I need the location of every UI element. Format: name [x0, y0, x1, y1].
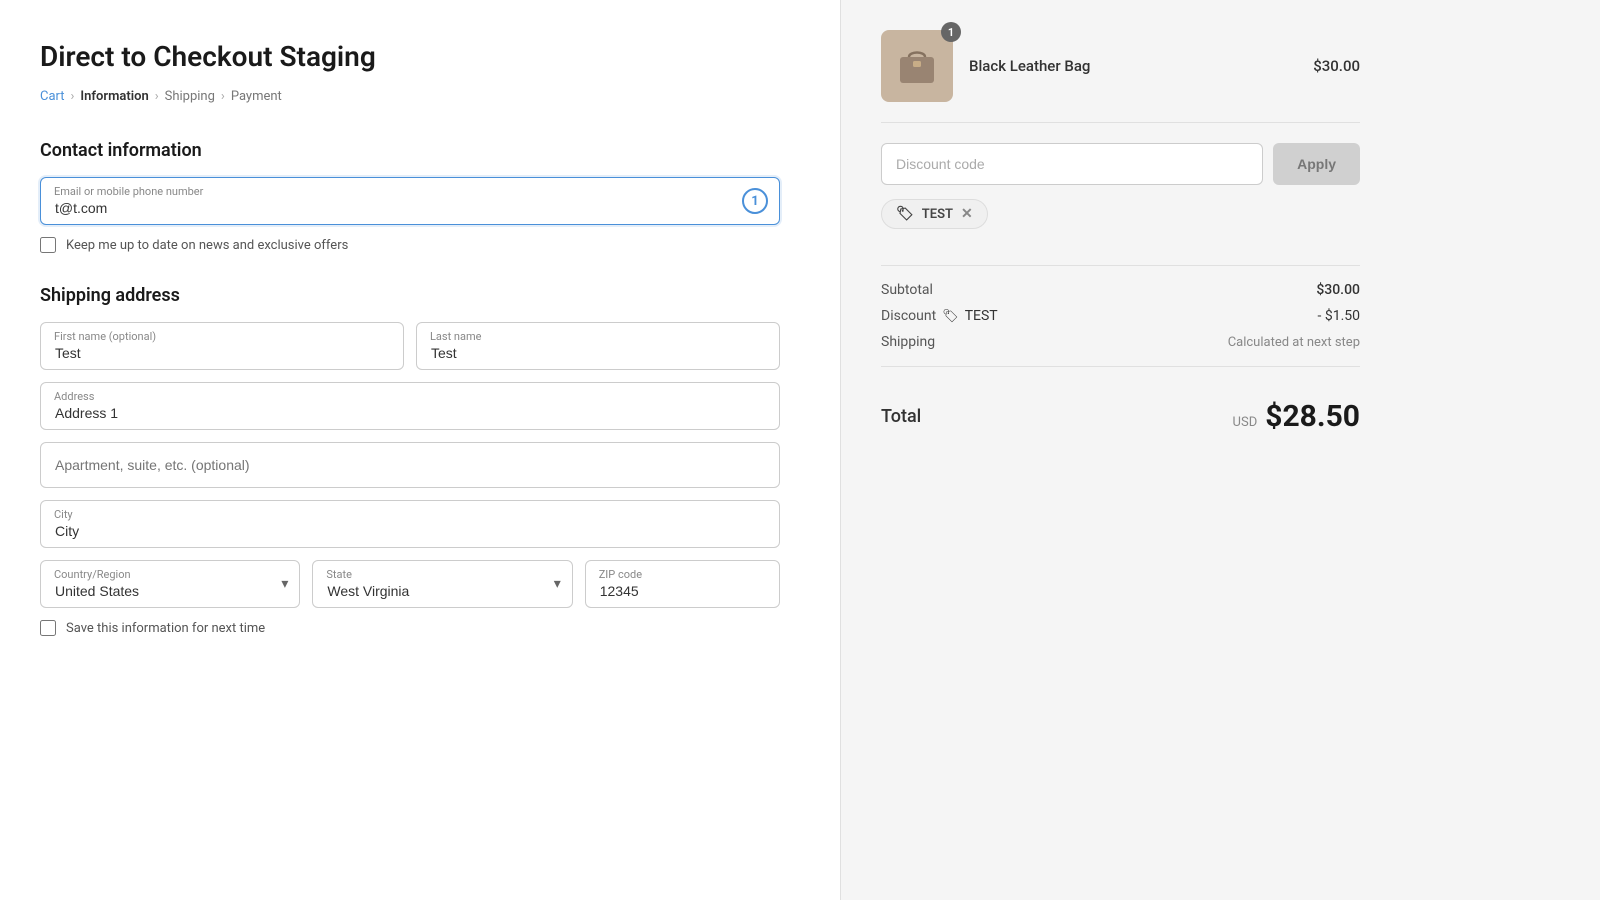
product-name: Black Leather Bag — [969, 57, 1297, 75]
right-panel: 1 Black Leather Bag $30.00 Apply 🏷 TEST … — [840, 0, 1400, 900]
remove-discount-button[interactable]: ✕ — [961, 207, 973, 221]
breadcrumb-information: Information — [80, 89, 148, 104]
city-input[interactable] — [40, 500, 780, 548]
product-image-wrapper: 1 — [881, 30, 953, 102]
summary-divider-2 — [881, 366, 1360, 367]
shipping-label: Shipping — [881, 334, 935, 350]
city-field: City — [40, 500, 780, 548]
discount-code-label: TEST — [965, 308, 998, 324]
state-field: State West Virginia — [312, 560, 572, 608]
address-input[interactable] — [40, 382, 780, 430]
breadcrumb: Cart › Information › Shipping › Payment — [40, 89, 780, 104]
discount-row: Apply — [881, 143, 1360, 185]
discount-tag-label: TEST — [922, 207, 953, 222]
breadcrumb-cart[interactable]: Cart — [40, 89, 65, 104]
chevron-icon-3: › — [221, 89, 225, 104]
name-row: First name (optional) Last name — [40, 322, 780, 370]
shipping-section-title: Shipping address — [40, 285, 780, 306]
zip-field: ZIP code — [585, 560, 780, 608]
first-name-field: First name (optional) — [40, 322, 404, 370]
total-label: Total — [881, 406, 921, 427]
country-select[interactable]: United States — [40, 560, 300, 608]
first-name-input[interactable] — [40, 322, 404, 370]
newsletter-label[interactable]: Keep me up to date on news and exclusive… — [66, 238, 348, 253]
save-info-row: Save this information for next time — [40, 620, 780, 636]
discount-input[interactable] — [881, 143, 1263, 185]
discount-label-row: Discount 🏷 TEST — [881, 308, 998, 324]
contact-section-title: Contact information — [40, 140, 780, 161]
state-select[interactable]: West Virginia — [312, 560, 572, 608]
product-image — [881, 30, 953, 102]
breadcrumb-shipping: Shipping — [165, 89, 215, 104]
save-info-label[interactable]: Save this information for next time — [66, 621, 265, 636]
save-info-checkbox[interactable] — [40, 620, 56, 636]
shipping-line: Shipping Calculated at next step — [881, 334, 1360, 350]
country-state-zip-row: Country/Region United States State West … — [40, 560, 780, 608]
newsletter-checkbox[interactable] — [40, 237, 56, 253]
shipping-value: Calculated at next step — [1228, 335, 1360, 350]
email-field-wrapper: Email or mobile phone number 1 — [40, 177, 780, 225]
page-title: Direct to Checkout Staging — [40, 40, 780, 73]
chevron-icon: › — [71, 89, 75, 104]
discount-tag: 🏷 TEST ✕ — [881, 199, 988, 229]
last-name-field: Last name — [416, 322, 780, 370]
left-panel: Direct to Checkout Staging Cart › Inform… — [0, 0, 840, 900]
subtotal-value: $30.00 — [1316, 282, 1360, 298]
onepassword-icon[interactable]: 1 — [742, 188, 768, 214]
total-line: Total USD $28.50 — [881, 383, 1360, 434]
product-price: $30.00 — [1313, 57, 1360, 75]
total-amount: $28.50 — [1265, 399, 1360, 434]
subtotal-line: Subtotal $30.00 — [881, 282, 1360, 298]
breadcrumb-payment: Payment — [231, 89, 282, 104]
total-currency: USD — [1233, 415, 1258, 430]
summary-divider-1 — [881, 265, 1360, 266]
discount-value: - $1.50 — [1317, 308, 1360, 324]
tag-icon: 🏷 — [896, 206, 914, 222]
product-row: 1 Black Leather Bag $30.00 — [881, 30, 1360, 123]
apply-button[interactable]: Apply — [1273, 143, 1360, 185]
discount-label: Discount — [881, 308, 936, 324]
discount-tag-row: 🏷 TEST ✕ — [881, 199, 1360, 249]
chevron-icon-2: › — [155, 89, 159, 104]
product-quantity-badge: 1 — [941, 22, 961, 42]
zip-input[interactable] — [585, 560, 780, 608]
total-right: USD $28.50 — [1233, 399, 1360, 434]
apt-field — [40, 442, 780, 488]
subtotal-label: Subtotal — [881, 282, 933, 298]
address-field: Address — [40, 382, 780, 430]
newsletter-row: Keep me up to date on news and exclusive… — [40, 237, 780, 253]
discount-tag-icon-small: 🏷 — [942, 309, 959, 324]
apt-input[interactable] — [40, 442, 780, 488]
discount-line: Discount 🏷 TEST - $1.50 — [881, 308, 1360, 324]
country-field: Country/Region United States — [40, 560, 300, 608]
last-name-input[interactable] — [416, 322, 780, 370]
email-input[interactable] — [40, 177, 780, 225]
